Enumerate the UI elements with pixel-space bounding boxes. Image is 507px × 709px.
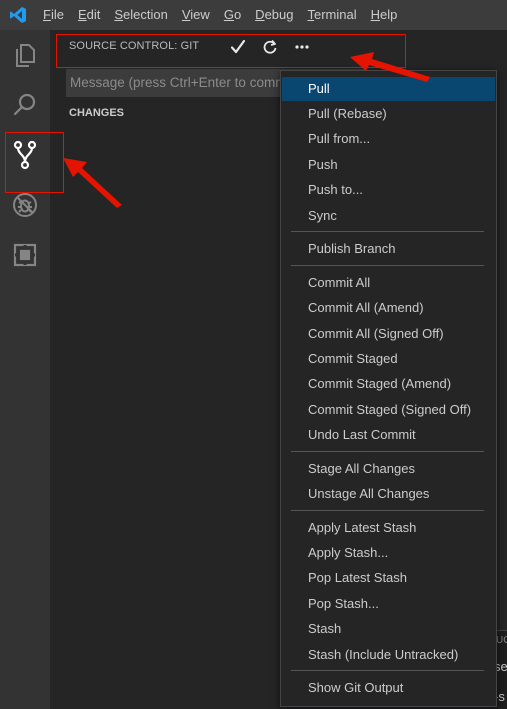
menu-file[interactable]: File xyxy=(36,0,71,30)
menu-item-publish-branch[interactable]: Publish Branch xyxy=(282,237,495,261)
menu-separator xyxy=(291,265,484,266)
menu-item-commit-all-amend[interactable]: Commit All (Amend) xyxy=(282,296,495,320)
menu-debug[interactable]: Debug xyxy=(248,0,300,30)
menu-item-pull-rebase[interactable]: Pull (Rebase) xyxy=(282,102,495,126)
menu-item-stash-include-untracked[interactable]: Stash (Include Untracked) xyxy=(282,643,495,667)
menu-separator xyxy=(291,231,484,232)
menu-item-push-to[interactable]: Push to... xyxy=(282,178,495,202)
menu-separator xyxy=(291,510,484,511)
menu-item-stash[interactable]: Stash xyxy=(282,617,495,641)
menu-item-commit-all-signed-off[interactable]: Commit All (Signed Off) xyxy=(282,322,495,346)
git-more-actions-menu: Pull Pull (Rebase) Pull from... Push Pus… xyxy=(280,70,497,707)
menu-terminal[interactable]: Terminal xyxy=(300,0,363,30)
menu-item-commit-staged[interactable]: Commit Staged xyxy=(282,347,495,371)
menu-item-stage-all-changes[interactable]: Stage All Changes xyxy=(282,457,495,481)
menu-item-show-git-output[interactable]: Show Git Output xyxy=(282,676,495,700)
menu-item-commit-all[interactable]: Commit All xyxy=(282,271,495,295)
menu-selection[interactable]: Selection xyxy=(107,0,174,30)
menu-item-commit-staged-signed-off[interactable]: Commit Staged (Signed Off) xyxy=(282,398,495,422)
menu-item-pop-latest-stash[interactable]: Pop Latest Stash xyxy=(282,566,495,590)
menu-edit[interactable]: Edit xyxy=(71,0,107,30)
menu-help[interactable]: Help xyxy=(364,0,405,30)
search-icon[interactable] xyxy=(0,80,50,130)
highlight-box-header xyxy=(56,34,406,68)
highlight-box-source-control xyxy=(5,132,64,193)
extensions-icon[interactable] xyxy=(0,230,50,280)
explorer-icon[interactable] xyxy=(0,30,50,80)
menu-item-unstage-all-changes[interactable]: Unstage All Changes xyxy=(282,482,495,506)
menu-item-apply-latest-stash[interactable]: Apply Latest Stash xyxy=(282,516,495,540)
menu-item-push[interactable]: Push xyxy=(282,153,495,177)
panel-fragment-text: UG xyxy=(496,635,507,646)
menu-separator xyxy=(291,451,484,452)
menu-item-sync[interactable]: Sync xyxy=(282,204,495,228)
menu-item-undo-last-commit[interactable]: Undo Last Commit xyxy=(282,423,495,447)
menu-bar: File Edit Selection View Go Debug Termin… xyxy=(0,0,507,30)
menu-item-commit-staged-amend[interactable]: Commit Staged (Amend) xyxy=(282,372,495,396)
changes-header[interactable]: CHANGES xyxy=(69,107,124,119)
menu-separator xyxy=(291,670,484,671)
menu-item-apply-stash[interactable]: Apply Stash... xyxy=(282,541,495,565)
vscode-logo-icon xyxy=(0,0,36,30)
menu-item-pull[interactable]: Pull xyxy=(282,77,495,101)
menu-item-pull-from[interactable]: Pull from... xyxy=(282,127,495,151)
menu-view[interactable]: View xyxy=(175,0,217,30)
menu-item-pop-stash[interactable]: Pop Stash... xyxy=(282,592,495,616)
menu-go[interactable]: Go xyxy=(217,0,248,30)
